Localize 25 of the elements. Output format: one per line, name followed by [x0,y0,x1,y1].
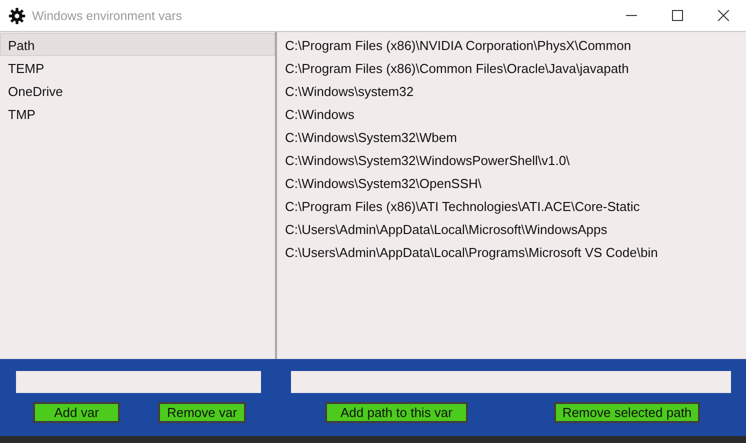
variable-list[interactable]: Path TEMP OneDrive TMP [0,32,277,359]
window-title: Windows environment vars [32,8,184,22]
directory-entry[interactable]: C:\Windows\System32\OpenSSH\ [284,171,746,194]
add-button[interactable]: Add path to this var [325,402,468,423]
path-list[interactable] [277,32,746,359]
directory-entry[interactable]: C:\Program Files (x86)\Common Files\Oracle\Java\javapath [284,56,746,79]
remove-button[interactable]: Remove selected path [554,402,700,423]
path-input-field[interactable] [291,371,731,393]
directory-entry[interactable]: C:\Windows\System32\Wbem [284,125,746,148]
maximize-icon [672,10,682,21]
variable-item[interactable]: TEMP [0,56,275,79]
variable-item[interactable]: OneDrive [0,79,275,102]
directory-entry[interactable]: C:\Windows\System32\WindowsPowerShell\v1.0\ [284,148,746,171]
directory-entry[interactable]: C:\Program Files (x86)\NVIDIA Corporation\PhysX\Common [284,33,746,56]
remove-button[interactable]: Remove var [158,402,246,423]
add-button[interactable]: Add var [33,402,120,423]
variable-item[interactable]: TMP [0,102,275,125]
directory-entry[interactable]: C:\Program Files (x86)\ATI Technologies\ATI.ACE\Core-Static [284,194,746,217]
directory-entry[interactable]: C:\Windows [284,102,746,125]
directory-entry[interactable]: C:\Users\Admin\AppData\Local\Programs\Microsoft VS Code\bin [284,240,746,263]
directory-entry[interactable]: C:\Windows\system32 [284,79,746,102]
close-icon [718,10,728,21]
variable-item[interactable]: Path [0,33,275,56]
variable-input-field[interactable] [16,371,261,393]
directory-entry[interactable]: C:\Users\Admin\AppData\Local\Microsoft\WindowsApps [284,217,746,240]
